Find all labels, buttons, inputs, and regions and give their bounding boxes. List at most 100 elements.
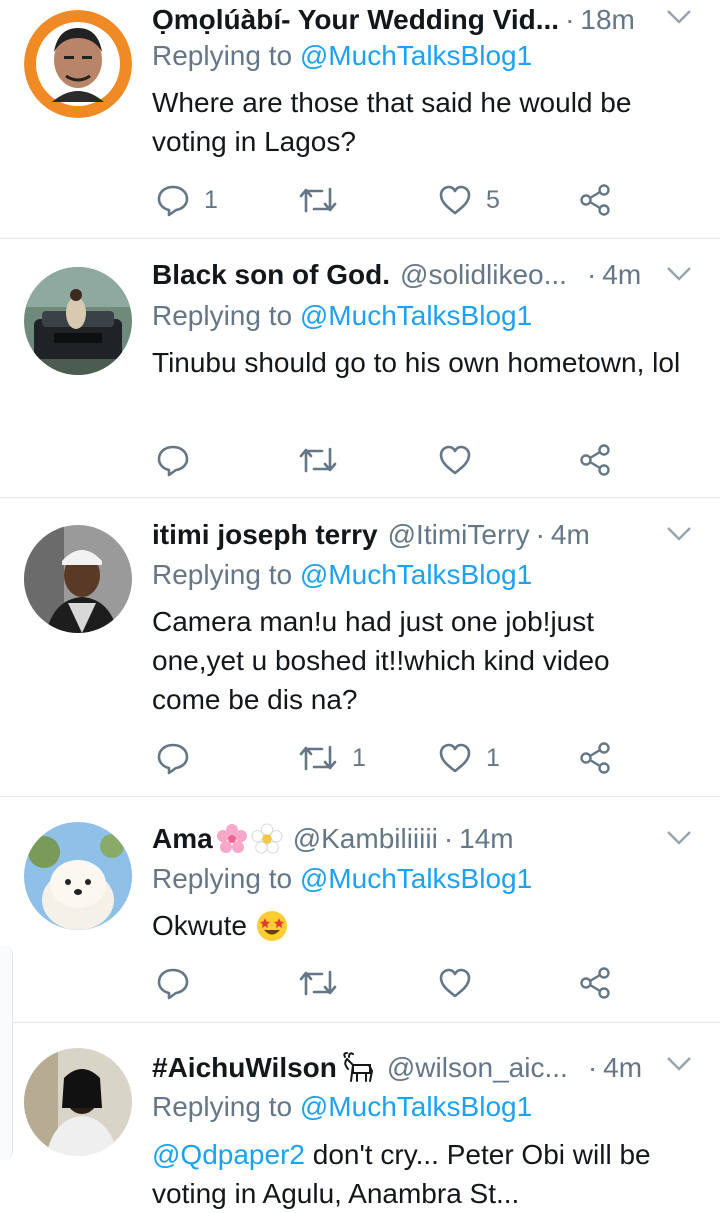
share-icon <box>580 184 610 216</box>
chevron-down-icon[interactable] <box>666 829 692 847</box>
reply-button[interactable] <box>156 963 204 1003</box>
avatar[interactable] <box>24 10 132 118</box>
retweet-button[interactable]: 1 <box>298 738 366 778</box>
display-name[interactable]: Ọmọlúàbí- Your Wedding Vid... <box>152 4 559 36</box>
avatar[interactable] <box>24 1048 132 1156</box>
tweet-actions <box>152 440 632 480</box>
tweet-header: #AichuWilson @wilson_aic... · 4m <box>152 1048 660 1088</box>
separator-dot: · <box>587 1052 598 1083</box>
tweet-text: Okwute <box>152 906 697 945</box>
retweet-button[interactable] <box>298 963 352 1003</box>
tweet-header: Ama @Kambiliiiii · 14m <box>152 819 660 859</box>
retweet-icon <box>299 187 337 213</box>
like-count: 1 <box>486 743 500 772</box>
tweet-text: Tinubu should go to his own hometown, lo… <box>152 347 681 378</box>
username[interactable]: @wilson_aic... <box>387 1052 568 1084</box>
chevron-down-icon[interactable] <box>666 8 692 26</box>
share-icon <box>580 444 610 476</box>
separator-dot: · <box>586 259 597 290</box>
display-name[interactable]: Ama <box>152 823 213 855</box>
tweet[interactable]: itimi joseph terry @ItimiTerry · 4m Repl… <box>0 498 720 797</box>
timestamp[interactable]: 4m <box>603 1052 642 1084</box>
tweet[interactable]: Ama @Kambiliiiii · 14m Replying to @Much… <box>0 797 720 1023</box>
username[interactable]: @solidlikeo... <box>400 259 567 291</box>
like-button[interactable]: 1 <box>438 738 500 778</box>
cherry-blossom-icon <box>215 822 249 856</box>
reply-to-mention[interactable]: @MuchTalksBlog1 <box>300 40 532 71</box>
reply-to-mention[interactable]: @MuchTalksBlog1 <box>300 1091 532 1122</box>
like-icon <box>439 445 471 475</box>
retweet-icon <box>299 447 337 473</box>
tweet-actions: 1 1 <box>152 738 632 778</box>
goat-icon <box>339 1051 377 1085</box>
tweet-header: Black son of God. @solidlikeo... · 4m <box>152 255 660 295</box>
share-button[interactable] <box>578 440 612 480</box>
tweet-header: itimi joseph terry @ItimiTerry · 4m <box>152 515 660 555</box>
like-icon <box>439 968 471 998</box>
like-icon <box>439 743 471 773</box>
tweet-actions <box>152 963 632 1003</box>
username[interactable]: @ItimiTerry <box>388 519 530 551</box>
tweet[interactable]: Ọmọlúàbí- Your Wedding Vid... · 18m Repl… <box>0 0 720 239</box>
display-name[interactable]: itimi joseph terry <box>152 519 378 551</box>
like-button[interactable] <box>438 963 486 1003</box>
retweet-button[interactable] <box>298 440 352 480</box>
timestamp[interactable]: 4m <box>551 519 590 551</box>
share-icon <box>580 967 610 999</box>
share-button[interactable] <box>578 738 612 778</box>
replying-to: Replying to @MuchTalksBlog1 <box>152 863 533 894</box>
tweet-header: Ọmọlúàbí- Your Wedding Vid... · 18m <box>152 0 660 40</box>
tweet-text: Where are those that said he would be vo… <box>152 87 632 157</box>
avatar[interactable] <box>24 525 132 633</box>
reply-button[interactable] <box>156 440 204 480</box>
like-icon <box>439 185 471 215</box>
separator-dot: · <box>535 519 545 550</box>
like-count: 5 <box>486 185 500 214</box>
tweet-text: @Qdpaper2 don't cry... Peter Obi will be… <box>152 1139 651 1209</box>
reply-button[interactable]: 1 <box>156 180 218 220</box>
share-icon <box>580 742 610 774</box>
side-panel-edge <box>0 945 13 1160</box>
timestamp[interactable]: 14m <box>459 823 513 855</box>
replying-to: Replying to @MuchTalksBlog1 <box>152 1091 533 1122</box>
text-mention[interactable]: @Qdpaper2 <box>152 1139 305 1170</box>
tweet[interactable]: Black son of God. @solidlikeo... · 4m Re… <box>0 239 720 498</box>
timestamp[interactable]: 18m <box>580 4 634 36</box>
reply-to-mention[interactable]: @MuchTalksBlog1 <box>300 300 532 331</box>
like-button[interactable] <box>438 440 486 480</box>
retweet-count: 1 <box>352 743 366 772</box>
separator-dot: · <box>443 823 454 854</box>
star-struck-emoji-icon <box>255 909 289 943</box>
tweet[interactable]: #AichuWilson @wilson_aic... · 4m Replyin… <box>0 1023 720 1209</box>
tweet-text: Camera man!u had just one job!just one,y… <box>152 606 610 715</box>
avatar[interactable] <box>24 822 132 930</box>
chevron-down-icon[interactable] <box>666 525 692 543</box>
reply-count: 1 <box>204 185 218 214</box>
share-button[interactable] <box>578 180 612 220</box>
reply-button[interactable] <box>156 738 204 778</box>
display-name[interactable]: Black son of God. <box>152 259 390 291</box>
reply-to-mention[interactable]: @MuchTalksBlog1 <box>300 559 532 590</box>
retweet-icon <box>299 970 337 996</box>
reply-icon <box>157 968 189 1000</box>
replying-to: Replying to @MuchTalksBlog1 <box>152 559 533 590</box>
reply-icon <box>157 445 189 477</box>
display-name[interactable]: #AichuWilson <box>152 1052 337 1084</box>
replying-to: Replying to @MuchTalksBlog1 <box>152 300 533 331</box>
replying-to: Replying to @MuchTalksBlog1 <box>152 40 533 71</box>
reply-icon <box>157 185 189 217</box>
blossom-icon <box>251 823 283 855</box>
tweet-actions: 1 5 <box>152 180 632 220</box>
avatar[interactable] <box>24 267 132 375</box>
reply-icon <box>157 743 189 775</box>
chevron-down-icon[interactable] <box>666 265 692 283</box>
username[interactable]: @Kambiliiiii <box>293 823 438 855</box>
like-button[interactable]: 5 <box>438 180 500 220</box>
retweet-icon <box>299 745 337 771</box>
share-button[interactable] <box>578 963 612 1003</box>
chevron-down-icon[interactable] <box>666 1055 692 1073</box>
separator-dot: · <box>565 4 575 35</box>
timestamp[interactable]: 4m <box>602 259 641 291</box>
reply-to-mention[interactable]: @MuchTalksBlog1 <box>300 863 532 894</box>
retweet-button[interactable] <box>298 180 352 220</box>
